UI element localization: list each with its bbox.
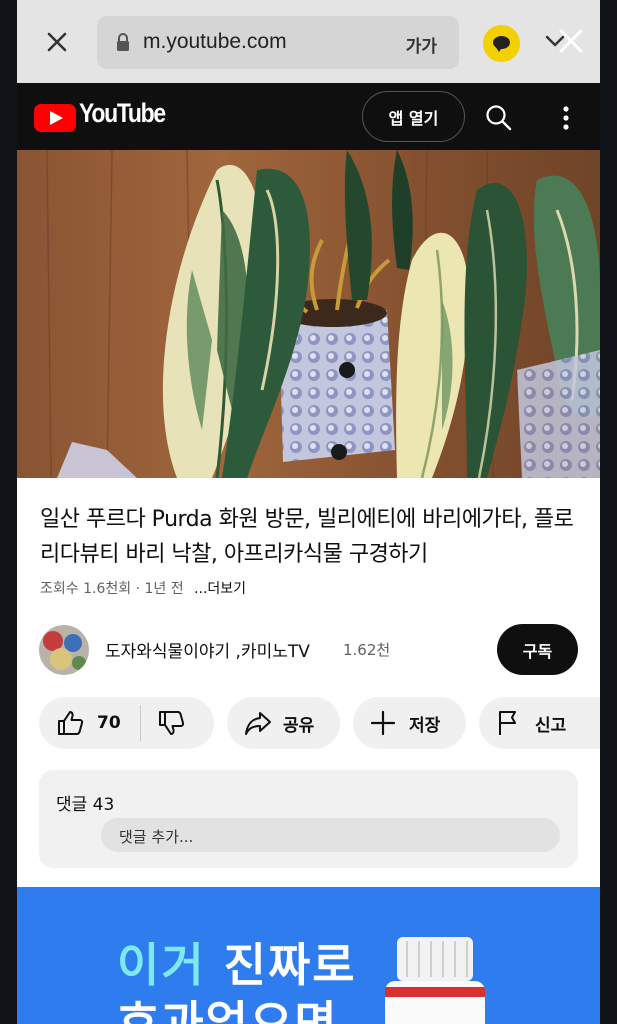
flag-icon [499, 711, 516, 735]
channel-name[interactable]: 도자와식물이야기 ,카미노TV [105, 637, 310, 662]
share-button[interactable]: 공유 [227, 697, 340, 749]
ad-headline-rest: 진짜로 [223, 938, 357, 992]
video-player[interactable] [17, 150, 600, 478]
phone-screen: m.youtube.com 가가 YouTube 앱 열기 일산 푸르다 Pur… [17, 0, 600, 1024]
open-app-button[interactable]: 앱 열기 [362, 91, 465, 142]
video-meta: 조회수 1.6천회 · 1년 전 ...더보기 [40, 581, 247, 597]
thumbs-up-icon[interactable] [55, 708, 85, 738]
ad-subheadline: 효과없으면 [117, 996, 339, 1024]
lock-icon [117, 33, 129, 51]
report-button[interactable]: 신고 [479, 697, 600, 749]
channel-avatar[interactable] [39, 625, 89, 675]
view-count: 조회수 1.6천회 [40, 581, 132, 597]
thumbs-down-icon[interactable] [156, 708, 186, 738]
share-label: 공유 [283, 715, 315, 736]
like-divider [140, 705, 141, 741]
overlay-close-icon[interactable] [555, 25, 587, 57]
ad-highlight: 이거 [117, 938, 206, 992]
subscribe-button[interactable]: 구독 [497, 624, 578, 675]
subscriber-count: 1.62천 [343, 641, 391, 659]
youtube-wordmark[interactable]: YouTube [79, 98, 166, 129]
more-options-icon[interactable] [555, 104, 577, 132]
like-count[interactable]: 70 [97, 713, 121, 733]
youtube-logo-icon[interactable] [34, 104, 76, 132]
save-button[interactable]: 저장 [353, 697, 466, 749]
comments-section[interactable]: 댓글 43 댓글 추가... [39, 770, 578, 868]
show-more-link[interactable]: ...더보기 [194, 581, 246, 597]
address-bar[interactable]: m.youtube.com 가가 [97, 16, 459, 69]
share-icon [245, 712, 271, 735]
save-label: 저장 [409, 715, 441, 736]
browser-toolbar: m.youtube.com 가가 [17, 0, 600, 83]
kakaotalk-icon[interactable] [483, 25, 520, 62]
close-icon[interactable] [43, 28, 71, 56]
like-dislike-group: 70 [39, 697, 214, 749]
ad-banner[interactable]: 이거 진짜로 효과없으면 [17, 887, 600, 1024]
video-title: 일산 푸르다 Purda 화원 방문, 빌리에티에 바리에가타, 플로리다뷰티 … [40, 507, 574, 567]
add-comment-input[interactable]: 댓글 추가... [101, 818, 560, 852]
report-label: 신고 [535, 715, 567, 736]
comments-count: 댓글 43 [56, 795, 115, 815]
url-text: m.youtube.com [143, 30, 287, 53]
channel-row: 도자와식물이야기 ,카미노TV 1.62천 구독 [17, 622, 600, 678]
upload-age: 1년 전 [144, 581, 184, 597]
youtube-header: YouTube 앱 열기 [17, 83, 600, 150]
search-icon[interactable] [485, 104, 513, 132]
supplement-bottle-image [385, 937, 485, 1024]
plus-icon [370, 710, 396, 736]
ad-headline: 이거 진짜로 [117, 929, 357, 995]
text-size-button[interactable]: 가가 [406, 32, 437, 57]
action-bar: 70 공유 저장 신고 [17, 697, 600, 749]
